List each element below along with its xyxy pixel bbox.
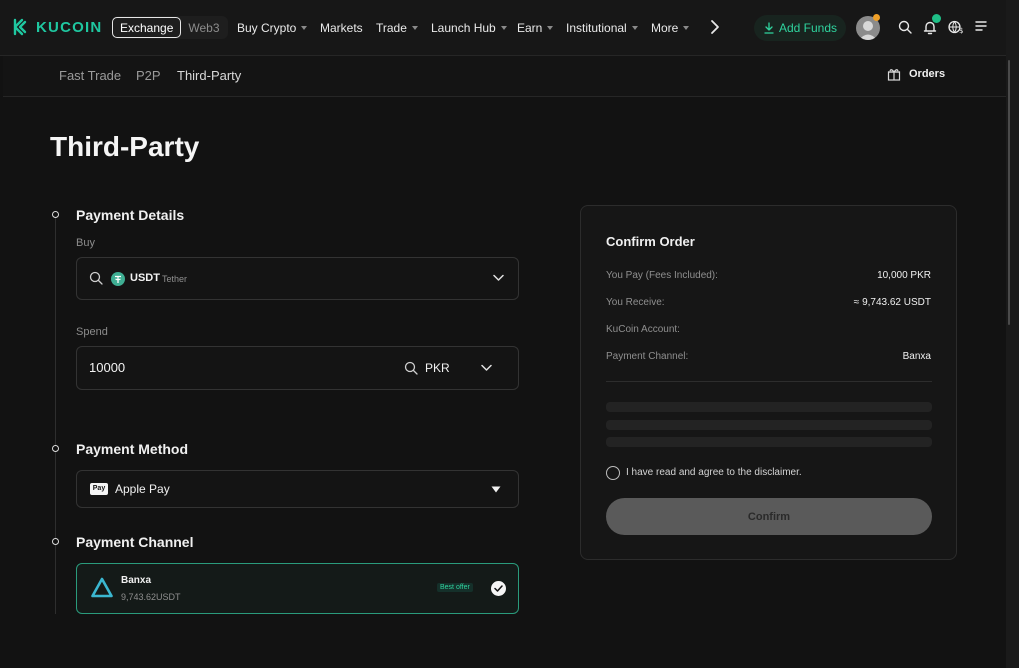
globe-currency-icon[interactable]: $ (948, 20, 964, 34)
you-pay-label: You Pay (Fees Included): (606, 270, 718, 281)
selected-check-icon (491, 581, 506, 596)
confirm-order-panel: Confirm Order You Pay (Fees Included): 1… (580, 205, 957, 560)
gift-icon (887, 69, 901, 81)
payment-method-value: Apple Pay (115, 482, 170, 496)
payment-channel-value: Banxa (902, 351, 931, 362)
buy-asset-name: Tether (162, 274, 188, 284)
mode-web3-tab[interactable]: Web3 (181, 21, 227, 35)
nav-more[interactable]: More (651, 21, 690, 35)
search-icon (89, 271, 103, 285)
usdt-token-icon (111, 272, 125, 286)
caret-down-icon (500, 26, 507, 30)
divider (606, 381, 932, 382)
kucoin-logo-icon (13, 18, 27, 36)
menu-icon[interactable] (975, 20, 987, 32)
loading-placeholder (606, 437, 932, 447)
loading-placeholder (606, 402, 932, 412)
channel-name: Banxa (121, 575, 152, 586)
brand-name: KUCOIN (36, 18, 103, 36)
payment-details-title: Payment Details (76, 207, 185, 223)
kucoin-account-label: KuCoin Account: (606, 324, 680, 335)
spend-label: Spend (76, 326, 108, 338)
spend-currency[interactable]: PKR (425, 361, 450, 375)
nav-label: Trade (376, 21, 407, 35)
kucoin-logo[interactable]: KUCOIN (13, 18, 102, 36)
mode-exchange-tab[interactable]: Exchange (112, 17, 182, 38)
chevron-down-icon[interactable] (481, 364, 492, 372)
step-dot (52, 538, 59, 545)
caret-down-icon (491, 486, 501, 493)
nav-label: Buy Crypto (237, 21, 297, 35)
nav-label: Earn (517, 21, 543, 35)
nav-label: Launch Hub (431, 21, 496, 35)
nav-markets[interactable]: Markets (320, 21, 363, 35)
best-offer-badge: Best offer (437, 583, 473, 592)
search-icon[interactable] (898, 20, 912, 34)
confirm-order-title: Confirm Order (606, 234, 695, 249)
you-receive-label: You Receive: (606, 297, 665, 308)
loading-placeholder (606, 420, 932, 430)
payment-channel-option[interactable]: Banxa 9,743.62USDT Best offer (76, 563, 519, 614)
caret-down-icon (301, 26, 308, 30)
chevron-down-icon (493, 274, 504, 281)
page-title: Third-Party (50, 131, 200, 162)
scrollbar-thumb[interactable] (1008, 60, 1010, 325)
payment-method-title: Payment Method (76, 441, 189, 457)
nav-trade[interactable]: Trade (376, 21, 418, 35)
nav-label: Markets (320, 21, 363, 35)
caret-down-icon (547, 26, 554, 30)
nav-earn[interactable]: Earn (517, 21, 554, 35)
nav-buy-crypto[interactable]: Buy Crypto (237, 21, 308, 35)
download-icon (764, 22, 774, 34)
banxa-logo-icon (91, 577, 113, 598)
step-dot (52, 445, 59, 452)
buy-asset-symbol: USDT (130, 272, 160, 284)
bell-badge (932, 14, 941, 23)
top-navigation: KUCOIN Exchange Web3 Buy Crypto Markets … (0, 0, 1006, 56)
nav-launch-hub[interactable]: Launch Hub (431, 21, 507, 35)
chevron-right-icon[interactable] (708, 19, 722, 35)
payment-channel-title: Payment Channel (76, 534, 194, 550)
confirm-button[interactable]: Confirm (606, 498, 932, 535)
tab-p2p[interactable]: P2P (136, 68, 161, 83)
spend-amount-field[interactable]: 10000 PKR (76, 346, 519, 390)
payment-channel-label: Payment Channel: (606, 351, 689, 362)
search-icon[interactable] (404, 361, 418, 375)
disclaimer-checkbox[interactable] (606, 466, 620, 480)
add-funds-button[interactable]: Add Funds (754, 15, 846, 41)
channel-amount: 9,743.62USDT (121, 592, 181, 602)
notification-dot (873, 14, 880, 21)
apple-pay-icon: Pay (90, 483, 108, 495)
nav-institutional[interactable]: Institutional (566, 21, 638, 35)
nav-label: More (651, 21, 679, 35)
payment-method-select[interactable]: Pay Apple Pay (76, 470, 519, 508)
you-receive-value: ≈ 9,743.62 USDT (853, 297, 931, 308)
spend-amount-input[interactable]: 10000 (89, 360, 125, 375)
sub-navigation: Fast Trade P2P Third-Party Orders (3, 56, 1006, 97)
tab-third-party[interactable]: Third-Party (177, 68, 241, 83)
buy-asset-select[interactable]: USDT Tether (76, 257, 519, 300)
caret-down-icon (683, 26, 690, 30)
caret-down-icon (411, 26, 418, 30)
you-pay-value: 10,000 PKR (877, 270, 931, 281)
mode-switch: Exchange Web3 (112, 16, 228, 39)
add-funds-label: Add Funds (778, 21, 838, 35)
steps-timeline (55, 214, 56, 614)
step-dot (52, 211, 59, 218)
tab-fast-trade[interactable]: Fast Trade (59, 68, 121, 83)
orders-label: Orders (909, 68, 946, 80)
disclaimer-text[interactable]: I have read and agree to the disclaimer. (626, 467, 802, 478)
caret-down-icon (631, 26, 638, 30)
nav-label: Institutional (566, 21, 627, 35)
svg-text:$: $ (959, 27, 963, 34)
orders-button[interactable]: Orders (887, 67, 945, 81)
buy-label: Buy (76, 237, 95, 249)
